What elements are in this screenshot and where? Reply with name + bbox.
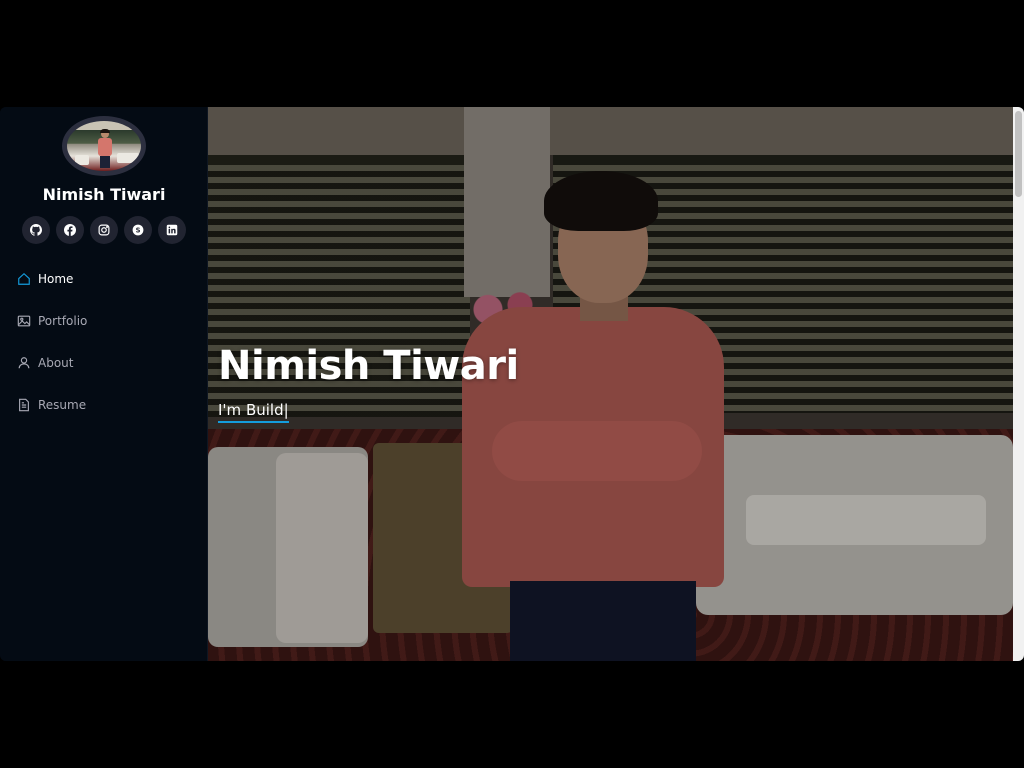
social-links: S: [22, 216, 186, 244]
hero-subtitle: I'm Build|: [218, 401, 289, 423]
nav-item-portfolio[interactable]: Portfolio: [0, 300, 208, 342]
github-icon: [30, 224, 42, 236]
skype-icon: S: [132, 224, 144, 236]
instagram-link[interactable]: [90, 216, 118, 244]
nav-label-about: About: [38, 356, 74, 370]
avatar: [62, 116, 146, 176]
scrollbar-thumb[interactable]: [1015, 111, 1022, 197]
file-icon: [17, 398, 31, 412]
main-nav: Home Portfolio About Resume: [0, 258, 208, 426]
hero-subtitle-prefix: I'm: [218, 401, 246, 419]
browser-viewport: Nimish Tiwari S Home Portfolio About Res…: [0, 107, 1024, 661]
hero-title: Nimish Tiwari: [218, 343, 519, 389]
nav-item-resume[interactable]: Resume: [0, 384, 208, 426]
svg-text:S: S: [136, 227, 141, 235]
person-icon: [17, 356, 31, 370]
nav-label-portfolio: Portfolio: [38, 314, 88, 328]
page-scrollbar[interactable]: [1013, 107, 1024, 661]
linkedin-link[interactable]: [158, 216, 186, 244]
home-icon: [17, 272, 31, 286]
sidebar: Nimish Tiwari S Home Portfolio About Res…: [0, 107, 208, 661]
instagram-icon: [98, 224, 110, 236]
github-link[interactable]: [22, 216, 50, 244]
nav-label-resume: Resume: [38, 398, 87, 412]
nav-label-home: Home: [38, 272, 74, 286]
profile-name: Nimish Tiwari: [42, 185, 166, 204]
typing-cursor: |: [283, 401, 289, 419]
facebook-icon: [64, 224, 76, 236]
skype-link[interactable]: S: [124, 216, 152, 244]
image-icon: [17, 314, 31, 328]
nav-item-about[interactable]: About: [0, 342, 208, 384]
typed-text: Build: [245, 401, 284, 419]
linkedin-icon: [166, 224, 178, 236]
facebook-link[interactable]: [56, 216, 84, 244]
nav-item-home[interactable]: Home: [0, 258, 208, 300]
hero-section: Nimish Tiwari I'm Build|: [208, 107, 1013, 661]
